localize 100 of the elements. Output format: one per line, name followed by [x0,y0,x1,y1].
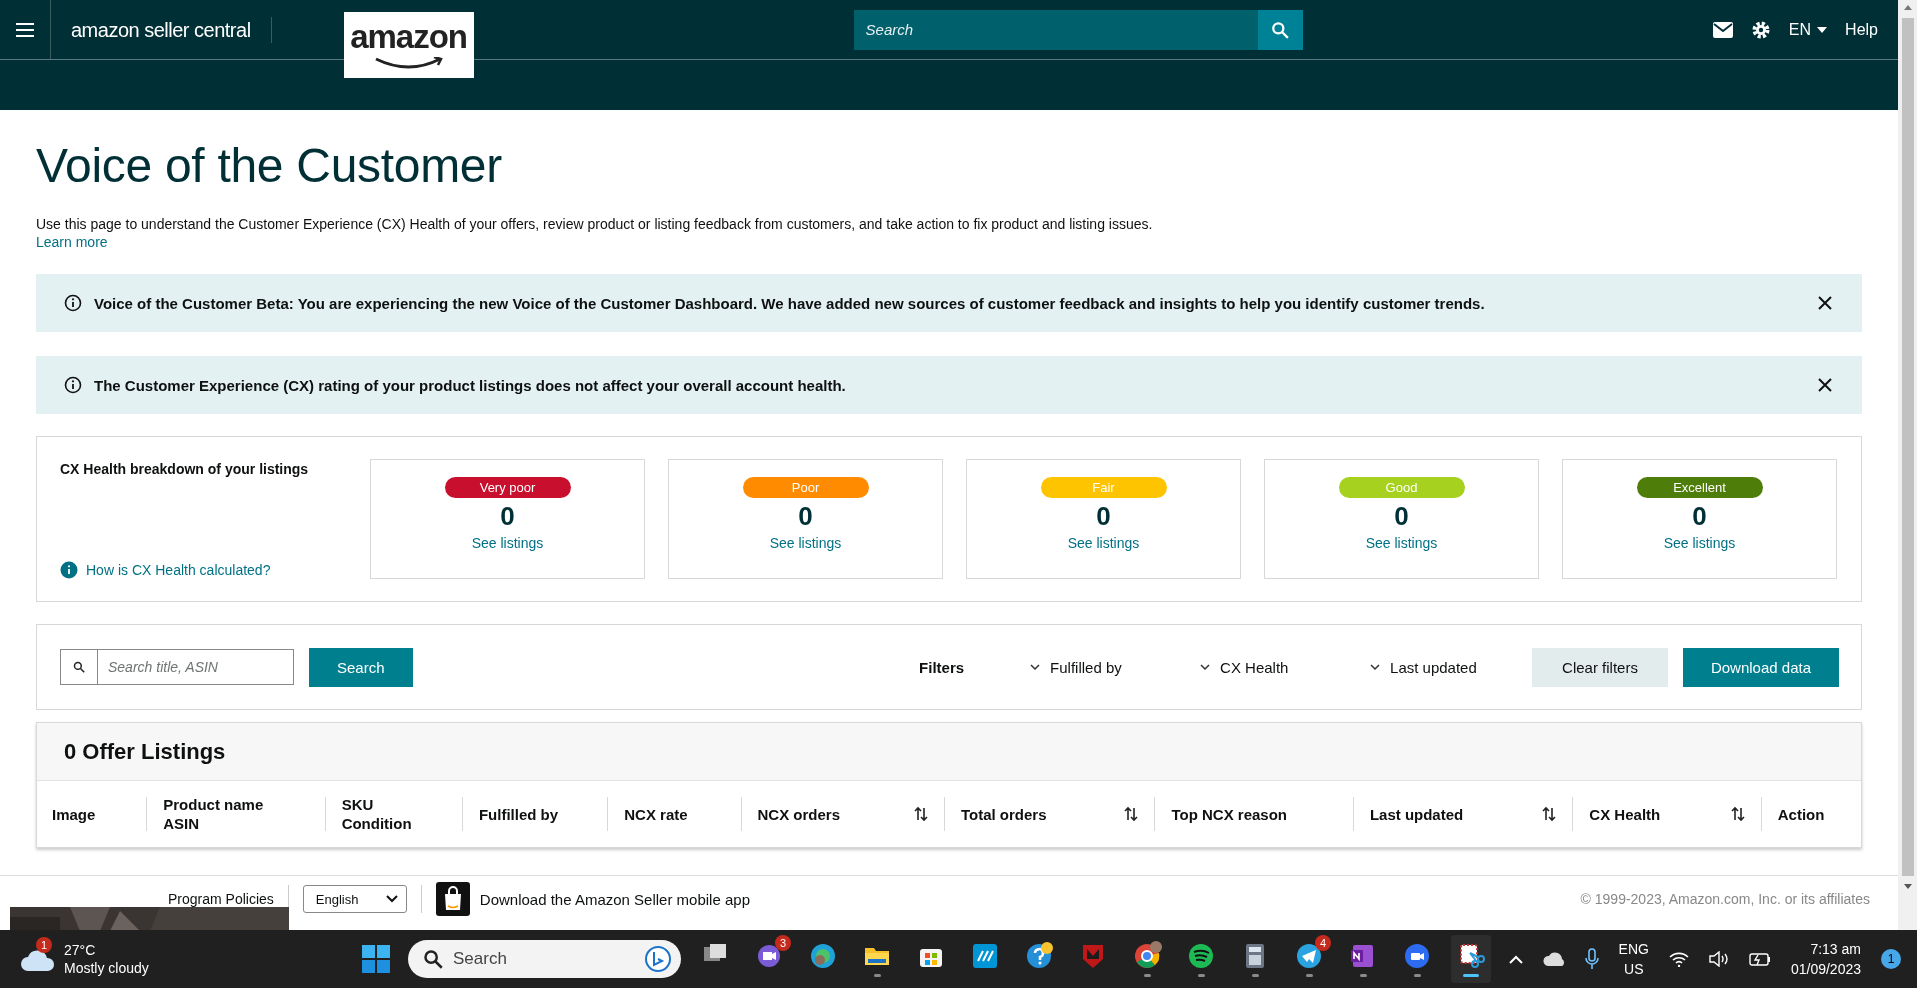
column-header: NCX rate [624,804,688,824]
search-field[interactable]: Search [853,9,1258,50]
filter-dropdown[interactable]: CX Health [1200,658,1331,676]
search-icon [423,949,443,969]
listing-count: 0 [1394,501,1409,531]
help-icon [1024,941,1054,971]
speaker-icon[interactable] [1708,951,1729,967]
column-header: CX Health [1589,804,1661,824]
info-icon [60,561,78,579]
learn-more-link[interactable]: Learn more [36,234,1862,250]
see-listings-link[interactable]: See listings [471,535,544,551]
see-listings-link[interactable]: See listings [1365,535,1438,551]
sort-icon[interactable] [1542,806,1557,822]
download-data-button[interactable]: Download data [1682,647,1839,687]
health-badge: Very poor [444,477,571,498]
shopping-bag-icon [435,882,470,916]
paper-plane-icon [1294,941,1324,971]
close-icon[interactable] [1818,378,1832,392]
health-badge: Good [1338,477,1465,498]
video-circle-icon [1402,941,1432,971]
see-listings-link[interactable]: See listings [1067,535,1140,551]
search-button[interactable] [1257,9,1303,50]
column-header: Action [1777,804,1825,824]
column-header: Fulfilled by [478,804,559,824]
table-title: 0 Offer Listings [37,723,1861,781]
info-icon [64,376,82,394]
brand-logo[interactable]: amazon seller central [51,16,272,43]
see-listings-link[interactable]: See listings [1663,535,1736,551]
info-banner: The Customer Experience (CX) rating of your product listings does not affect your overall account health. [36,356,1862,414]
close-icon[interactable] [1818,296,1832,310]
listing-count: 0 [500,501,515,531]
see-listings-link[interactable]: See listings [769,535,842,551]
health-badge: Excellent [1636,477,1763,498]
taskbar-app[interactable]: 4 [1289,935,1329,983]
wave-icon [808,941,838,971]
battery-icon[interactable] [1748,952,1771,966]
listing-count: 0 [798,501,813,531]
menu-icon[interactable] [16,22,34,37]
chevron-up-icon[interactable] [1508,954,1523,964]
wifi-icon[interactable] [1668,951,1689,967]
store-logo: amazon [343,12,474,78]
filter-dropdown[interactable]: Last updated [1370,658,1501,676]
page-description: Use this page to understand the Customer Experience (CX) Health of your offers, review product or listing feedback from customers, and take action to fix product and listing issues. [36,215,1154,234]
page-title: Voice of the Customer [36,138,503,193]
clock[interactable]: 7:13 am 01/09/2023 [1790,939,1861,979]
music-circle-icon [1186,941,1216,971]
search-icon [1271,20,1290,39]
health-badge: Fair [1040,477,1167,498]
mail-icon[interactable] [1712,21,1733,38]
column-header: SKU Condition [341,795,412,833]
sort-icon[interactable] [1730,806,1745,822]
notification-badge[interactable]: 1 [1881,949,1901,969]
help-link[interactable]: How is CX Health calculated? [60,561,347,579]
search-button[interactable]: Search [309,647,413,687]
column-header: Image [52,804,96,824]
column-header: Last updated [1369,804,1464,824]
caret-icon[interactable] [1817,26,1828,33]
health-badge: Poor [742,477,869,498]
weather-text: Mostly cloudy [64,959,149,977]
scrollbar-thumb[interactable] [1901,18,1914,876]
notification-badge: 3 [775,935,791,951]
caret-icon[interactable] [385,895,398,903]
hp-tile-icon [970,941,1000,971]
footer-link[interactable]: Program Policies [168,891,274,907]
listing-count: 0 [1096,501,1111,531]
sort-icon[interactable] [914,806,928,822]
microphone-icon[interactable] [1584,948,1599,970]
column-header: Top NCX reason [1171,804,1287,824]
chevron-down-icon [1200,663,1211,671]
language-menu[interactable]: EN [1788,20,1828,39]
search-field[interactable]: Search title, ASIN [60,649,294,685]
column-header: Total orders [961,804,1047,824]
cloud-icon[interactable] [1542,952,1565,966]
sort-icon[interactable] [1124,806,1139,822]
settings-icon[interactable] [1750,19,1771,40]
column-header: NCX orders [757,804,841,824]
language-select[interactable]: English [302,885,407,913]
notification-badge: 4 [1315,935,1331,951]
search-icon [73,661,85,673]
chevron-down-icon [1370,663,1381,671]
bing-icon[interactable] [645,946,671,972]
taskbar-app[interactable] [1451,935,1491,983]
app-download-text[interactable]: Download the Amazon Seller mobile app [479,890,750,908]
temperature-text: 27°C [64,941,97,959]
start-icon[interactable] [362,945,390,973]
clear-filters-button[interactable]: Clear filters [1532,647,1668,687]
input-language[interactable]: ENG US [1618,939,1649,979]
search-field[interactable]: Search [408,940,681,978]
filters-label: Filters [919,658,965,676]
copyright-text: © 1999-2023, Amazon.com, Inc. or its affiliates [1580,891,1870,907]
taskbar-app[interactable]: 3 [749,935,789,983]
chevron-down-icon [1030,663,1041,671]
chrome-icon [1132,941,1162,971]
panel-title: CX Health breakdown of your listings [60,461,310,477]
notification-badge: 1 [36,937,52,953]
filter-dropdown[interactable]: Fulfilled by [1030,658,1161,676]
listing-count: 0 [1692,501,1707,531]
help-link[interactable]: Help [1845,20,1878,39]
column-header: Product name ASIN [163,795,264,833]
info-icon [64,294,82,312]
